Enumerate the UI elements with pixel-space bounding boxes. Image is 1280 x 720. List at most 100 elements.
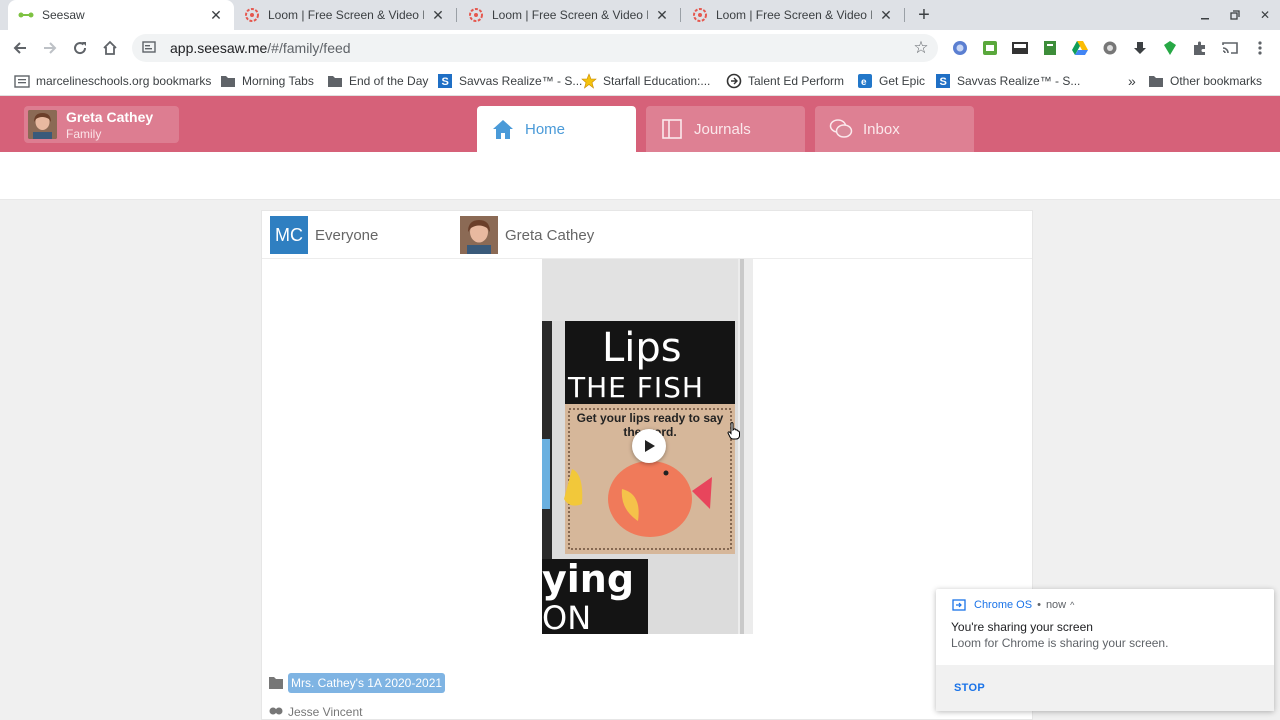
extension-icon[interactable] [1160,38,1180,58]
close-tab-icon[interactable]: ✕ [654,7,670,23]
bookmark-savvas-1[interactable]: S Savvas Realize™ - S... [437,71,582,91]
tab-home-label: Home [525,120,566,138]
bookmark-talent-ed[interactable]: Talent Ed Perform [726,71,844,91]
url-text: app.seesaw.me/#/family/feed [170,40,351,56]
post-student-row: Jesse Vincent [268,703,363,720]
chat-bubbles-icon [829,117,853,141]
folder-icon [220,73,236,89]
bookmark-star-icon[interactable]: ☆ [912,39,930,57]
notification-body: Loom for Chrome is sharing your screen. [951,636,1169,650]
avatar [460,216,498,254]
user-switcher[interactable]: Greta Cathey Family [24,106,179,143]
tab-home[interactable]: Home [477,106,636,152]
bookmark-savvas-2[interactable]: S Savvas Realize™ - S... [935,71,1080,91]
notification-time: now [1045,599,1067,611]
tab-separator [680,8,681,22]
close-window-icon[interactable]: ✕ [1254,4,1276,26]
play-button[interactable] [632,429,666,463]
tab-journals[interactable]: Journals [646,106,805,152]
loom-icon [244,7,260,23]
notification-title: You're sharing your screen [951,620,1093,634]
epic-icon: e [857,73,873,89]
tab-inbox[interactable]: Inbox [815,106,974,152]
tab-seesaw[interactable]: Seesaw ✕ [8,0,234,30]
forward-icon[interactable] [38,36,62,60]
site-info-icon[interactable] [142,40,158,56]
audience-badge: MC [270,216,308,254]
bookmark-other-bookmarks[interactable]: Other bookmarks [1148,71,1262,91]
bookmark-end-of-the-day[interactable]: End of the Day [327,71,428,91]
starfall-icon [581,73,597,89]
author-name: Greta Cathey [505,227,595,244]
tab-title: Loom | Free Screen & Video Reco [716,8,872,22]
new-tab-icon[interactable]: + [912,3,936,27]
hand-cursor-icon [727,422,740,440]
home-icon[interactable] [98,36,122,60]
screen-share-icon [952,599,966,611]
people-icon [269,707,283,715]
google-drive-icon[interactable] [1070,38,1090,58]
user-name: Greta Cathey [66,109,154,125]
stop-sharing-button[interactable]: STOP [954,682,985,694]
notification-actions: STOP [936,665,1274,711]
talented-icon [726,73,742,89]
post-class-row: Mrs. Cathey's 1A 2020-2021 [268,672,446,694]
media-bottom-text-2: ON [542,599,592,634]
browser-toolbar: app.seesaw.me/#/family/feed ☆ [0,30,1280,66]
media-title-text: Lips [602,325,682,371]
user-role: Family [66,127,102,141]
savvas-icon: S [935,73,951,89]
address-bar[interactable]: app.seesaw.me/#/family/feed ☆ [132,34,938,62]
folder-icon [327,73,343,89]
extension-icon[interactable] [980,38,1000,58]
bookmarks-overflow-button[interactable]: » [1128,71,1136,91]
bookmark-get-epic[interactable]: e Get Epic [857,71,925,91]
audience-label: Everyone [315,227,379,244]
seesaw-header: Greta Cathey Family Home Journals Inbox [0,96,1280,152]
chevron-up-icon[interactable]: ^ [1070,600,1074,610]
loom-icon [468,7,484,23]
download-icon[interactable] [1130,38,1150,58]
seesaw-subbar [0,152,1280,200]
close-tab-icon[interactable]: ✕ [208,7,224,23]
folder-icon [1148,73,1164,89]
menu-dots-icon[interactable] [1250,38,1270,58]
notification-separator: • [1037,599,1041,611]
close-tab-icon[interactable]: ✕ [430,7,446,23]
tab-loom-3[interactable]: Loom | Free Screen & Video Reco ✕ [682,0,904,30]
tab-loom-1[interactable]: Loom | Free Screen & Video Reco ✕ [234,0,456,30]
notification-header: Chrome OS • now ^ [952,597,1074,613]
restore-icon[interactable] [1224,4,1246,26]
cast-icon[interactable] [1220,38,1240,58]
bookmark-marcelineschools[interactable]: marcelineschools.org bookmarks [14,71,211,91]
feed-post-card: MC Everyone Greta Cathey Lips THE FISH G… [261,210,1033,720]
extension-icon[interactable] [1010,38,1030,58]
journal-icon [660,117,684,141]
tab-title: Loom | Free Screen & Video Reco [268,8,424,22]
svg-text:S: S [442,76,449,88]
play-icon [645,440,655,452]
extension-icon[interactable] [1100,38,1120,58]
bookmark-morning-tabs[interactable]: Morning Tabs [220,71,314,91]
screen-share-notification: Chrome OS • now ^ You're sharing your sc… [936,589,1274,711]
reload-icon[interactable] [68,36,92,60]
svg-text:S: S [940,76,947,88]
bookmark-starfall[interactable]: Starfall Education:... [581,71,710,91]
folder-icon [269,677,283,689]
browser-tab-strip: Seesaw ✕ Loom | Free Screen & Video Reco… [0,0,1280,30]
bookmark-folder-icon [14,73,30,89]
savvas-icon: S [437,73,453,89]
class-tag[interactable]: Mrs. Cathey's 1A 2020-2021 [288,673,446,693]
tab-separator [456,8,457,22]
student-name[interactable]: Jesse Vincent [288,705,363,719]
back-icon[interactable] [8,36,32,60]
avatar [28,110,57,139]
tab-loom-2[interactable]: Loom | Free Screen & Video Reco ✕ [458,0,680,30]
extension-icon[interactable] [1040,38,1060,58]
tab-inbox-label: Inbox [863,120,900,138]
extensions-puzzle-icon[interactable] [1190,38,1210,58]
minimize-icon[interactable] [1194,4,1216,26]
close-tab-icon[interactable]: ✕ [878,7,894,23]
extension-icon[interactable] [950,38,970,58]
media-subtitle-text: THE FISH [568,371,704,404]
